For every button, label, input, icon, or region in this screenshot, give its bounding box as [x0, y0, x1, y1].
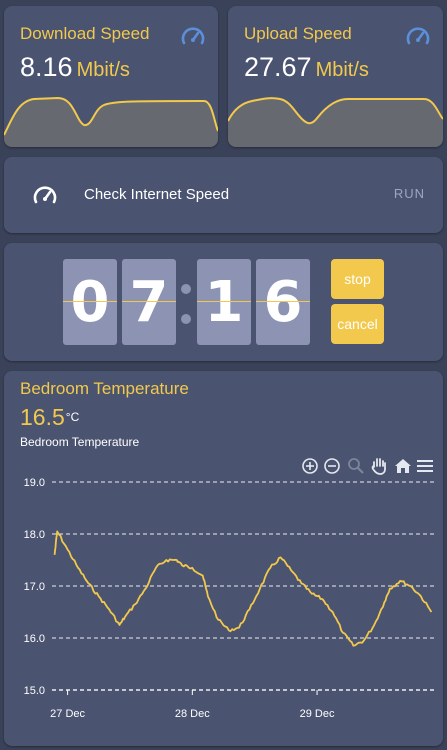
download-speed-card: Download Speed 8.16 Mbit/s [4, 6, 218, 147]
upload-speed-title: Upload Speed [244, 24, 352, 43]
temperature-unit: °C [65, 410, 80, 424]
bedroom-temperature-card: Bedroom Temperature 16.5°C Bedroom Tempe… [4, 371, 443, 746]
check-internet-speed-card: Check Internet Speed RUN [4, 157, 443, 233]
y-tick-label: 15.0 [24, 685, 45, 697]
flip-line [256, 301, 310, 302]
temperature-value: 16.5°C [20, 404, 79, 431]
clock-colon-bottom [181, 314, 191, 324]
flip-line [122, 301, 176, 302]
y-tick-label: 17.0 [24, 581, 45, 593]
x-tick-label: 27 Dec [50, 708, 85, 720]
temperature-chart: 19.0 18.0 17.0 16.0 15.0 27 Dec 28 Dec 29 Dec [24, 477, 434, 720]
y-tick-label: 18.0 [24, 529, 45, 541]
y-tick-label: 19.0 [24, 477, 45, 489]
flip-line [197, 301, 251, 302]
y-tick-label: 16.0 [24, 633, 45, 645]
flip-line [63, 301, 117, 302]
clock-colon-top [181, 284, 191, 294]
temperature-number: 16.5 [20, 404, 65, 430]
download-speed-unit: Mbit/s [76, 59, 130, 81]
download-sparkline [4, 96, 218, 147]
speedometer-icon [406, 27, 430, 45]
download-speed-title: Download Speed [20, 24, 150, 43]
stop-button[interactable]: stop [331, 259, 384, 299]
upload-speed-value: 27.67 Mbit/s [244, 52, 369, 83]
download-speed-number: 8.16 [20, 52, 73, 82]
upload-sparkline [228, 97, 443, 147]
speedometer-icon [181, 27, 205, 45]
clock-digit-value: 1 [204, 269, 244, 335]
clock-digit: 6 [256, 259, 310, 345]
clock-digit-value: 7 [129, 269, 169, 335]
timer-card: 0 7 1 6 stop cancel [4, 243, 443, 361]
clock-digit: 0 [63, 259, 117, 345]
check-internet-speed-label: Check Internet Speed [84, 186, 230, 203]
download-speed-value: 8.16 Mbit/s [20, 52, 130, 83]
upload-speed-unit: Mbit/s [315, 59, 369, 81]
upload-speed-card: Upload Speed 27.67 Mbit/s [228, 6, 443, 147]
run-button[interactable]: RUN [394, 186, 425, 201]
temperature-subtitle: Bedroom Temperature [20, 435, 140, 449]
clock-digit: 1 [197, 259, 251, 345]
clock-digit-value: 6 [263, 269, 303, 335]
temperature-title: Bedroom Temperature [20, 379, 189, 398]
x-tick-label: 29 Dec [300, 708, 335, 720]
clock-digit: 7 [122, 259, 176, 345]
x-tick-label: 28 Dec [175, 708, 210, 720]
clock-digit-value: 0 [70, 269, 110, 335]
speedometer-icon [33, 186, 57, 204]
upload-speed-number: 27.67 [244, 52, 312, 82]
cancel-button[interactable]: cancel [331, 304, 384, 344]
temperature-series-line [53, 530, 433, 647]
